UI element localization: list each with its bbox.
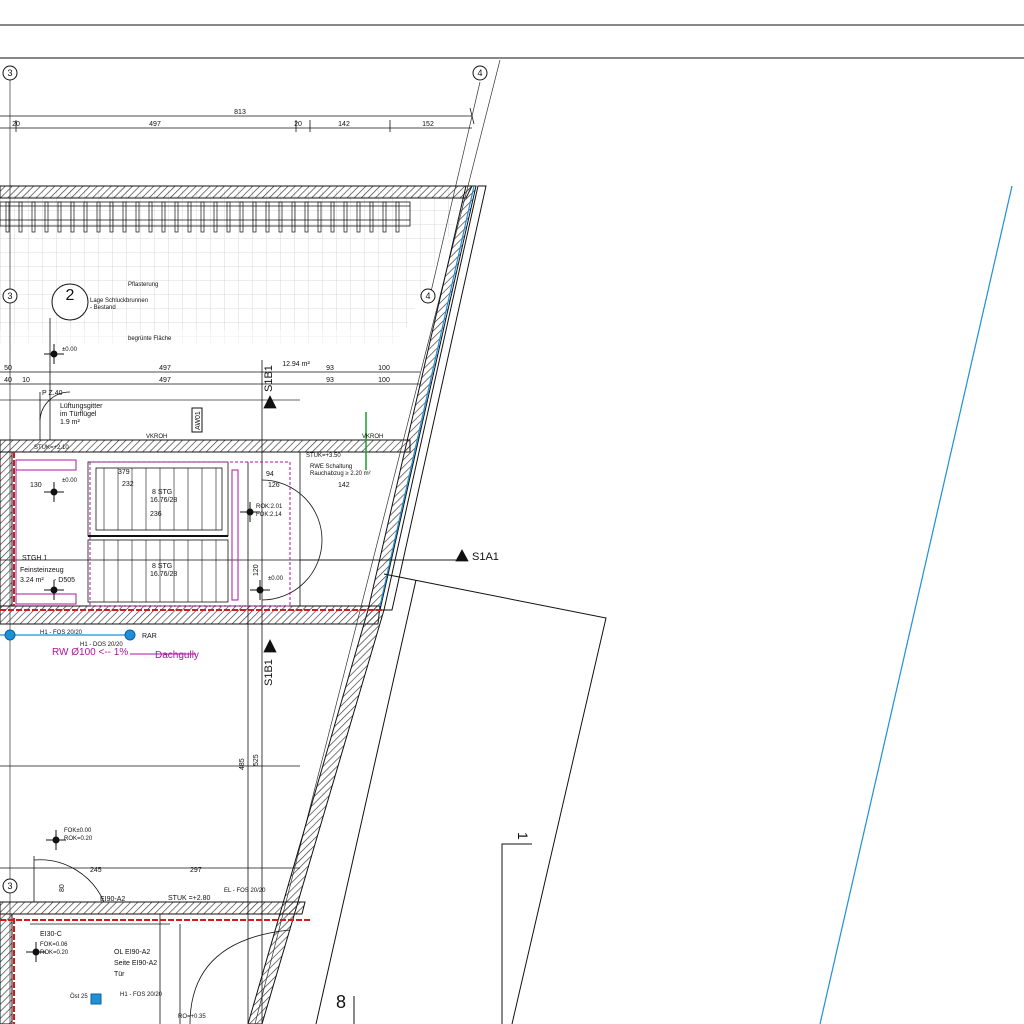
label-ol: OL EI90-A2	[114, 949, 150, 956]
axis-label-3-bottom: 3	[7, 881, 12, 891]
label-begruente-flaeche: begrünte Fläche	[128, 336, 172, 342]
sheet-frame	[0, 24, 1024, 59]
dim-mid-lower-3: 497	[159, 377, 171, 384]
section-s1b1-bottom: S1B1	[263, 659, 275, 686]
dim-379: 379	[118, 469, 130, 476]
dim-245: 245	[90, 867, 102, 874]
label-rar: RAR	[142, 633, 157, 640]
insulation-lines	[0, 452, 384, 1024]
dim-seg4: 142	[338, 121, 350, 128]
dim-80: 80	[59, 884, 66, 892]
label-d505: - D505	[54, 577, 75, 584]
label-bestand: - Bestand	[90, 305, 116, 311]
dim-126: 126	[268, 482, 280, 489]
label-ei90: EI90-A2	[100, 896, 125, 903]
label-rok-0: ROK=0.20	[64, 836, 93, 842]
label-area-stgh: 3.24 m²	[20, 577, 44, 584]
label-rwe-1: RWE Schaltung	[310, 464, 352, 470]
section-s1b1-top: S1B1	[263, 365, 275, 392]
wall-tag-aw01: AW01	[191, 407, 203, 433]
dim-mid-lower-4: 93	[326, 377, 334, 384]
dim-94: 94	[266, 471, 274, 478]
label-fok-0: FOK±0.00	[64, 828, 92, 834]
label-pflasterung: Pflasterung	[128, 282, 158, 288]
label-rwe-2: Rauchabzug ≥ 2.20 m²	[310, 471, 371, 477]
label-dachgully: Dachgully	[155, 650, 199, 661]
dim-area: 12.94 m²	[282, 361, 310, 368]
label-stuk-c: STUK =+2.80	[168, 895, 211, 902]
label-stuk-a: STUK=+2.10	[34, 445, 69, 451]
sheet-number-8: 8	[336, 992, 346, 1012]
label-ok25: Öst 25	[70, 993, 88, 1000]
label-level-3: ±0.00	[268, 576, 284, 582]
section-s1a1: S1A1	[472, 551, 499, 563]
dim-seg5: 152	[422, 121, 434, 128]
dim-130: 130	[30, 482, 42, 489]
label-stair-2b: 16.76/28	[150, 571, 177, 578]
dim-485: 485	[239, 758, 246, 770]
dim-525: 525	[253, 754, 260, 766]
dim-mid-lower-5: 100	[378, 377, 390, 384]
label-h1-a: H1 - FOS 20/20	[40, 630, 83, 636]
label-level-1: ±0.00	[62, 347, 78, 353]
label-stair-1: 8 STG	[152, 489, 172, 496]
label-pz40: P Z.40	[42, 390, 63, 397]
label-fok-06: FOK=0.06	[40, 942, 68, 948]
label-tuer: Tür	[114, 971, 125, 978]
label-lueftung-3: 1.9 m²	[60, 419, 81, 426]
label-level-2: ±0.00	[62, 478, 78, 484]
label-h1-c: H1 - FOS 20/20	[120, 992, 163, 998]
label-rok-02: ROK=0.20	[40, 950, 69, 956]
axis-label-4-top: 4	[477, 68, 482, 78]
axis-label-4-mid: 4	[425, 291, 430, 301]
label-ei30: EI30-C	[40, 931, 62, 938]
label-feinsteinzeug: Feinsteinzeug	[20, 567, 64, 574]
dim-232: 232	[122, 481, 134, 488]
dim-mid-upper-4: 100	[378, 365, 390, 372]
label-schluckbrunnen: Lage Schluckbrunnen	[90, 298, 148, 304]
label-ro35: RO=+0.35	[178, 1014, 206, 1020]
dim-142b: 142	[338, 482, 350, 489]
dim-mid-upper-3: 93	[326, 365, 334, 372]
label-stair-1b: 16.76/28	[150, 497, 177, 504]
label-stgh: STGH 1	[22, 555, 47, 562]
axis-label-3-top: 3	[7, 68, 12, 78]
label-vkroh-a: VKROH	[146, 434, 167, 440]
detail-number: 2	[66, 287, 75, 304]
label-stair-2: 8 STG	[152, 563, 172, 570]
dim-seg1: 20	[12, 121, 20, 128]
label-fok: FOK:2.14	[256, 512, 282, 518]
dim-seg2: 497	[149, 121, 161, 128]
dim-seg3: 20	[294, 121, 302, 128]
dim-120: 120	[253, 564, 260, 576]
dim-232b: 236	[150, 511, 162, 518]
label-seite: Seite EI90-A2	[114, 960, 157, 967]
label-el: EL - FOS 20/20	[224, 888, 266, 894]
label-aw01: AW01	[195, 411, 202, 430]
dim-mid-upper-2: 497	[159, 365, 171, 372]
axis-label-3-mid: 3	[7, 291, 12, 301]
floor-plan-drawing: 3 4 3 4 3 2 813 20 497 20 142 152 50 497…	[0, 24, 1024, 1024]
label-lueftung-1: Lüftungsgitter	[60, 403, 103, 410]
dim-297: 297	[190, 867, 202, 874]
stair	[87, 461, 229, 603]
label-stuk-b: STUK=+3.50	[306, 453, 341, 459]
label-lueftung-2: im Türflügel	[60, 411, 97, 418]
label-vkroh-b: VKROH	[362, 434, 383, 440]
paving-area	[0, 190, 470, 345]
dim-mid-lower-1: 40	[4, 377, 12, 384]
sheet-number-1: 1	[515, 832, 531, 840]
label-rw-pipe: RW Ø100 <-- 1%	[52, 647, 128, 658]
dim-mid-lower-2: 10	[22, 377, 30, 384]
dim-overall: 813	[234, 109, 246, 116]
dim-mid-upper-1: 50	[4, 365, 12, 372]
label-rok: ROK:2.01	[256, 504, 283, 510]
drain-markers	[4, 629, 136, 1005]
